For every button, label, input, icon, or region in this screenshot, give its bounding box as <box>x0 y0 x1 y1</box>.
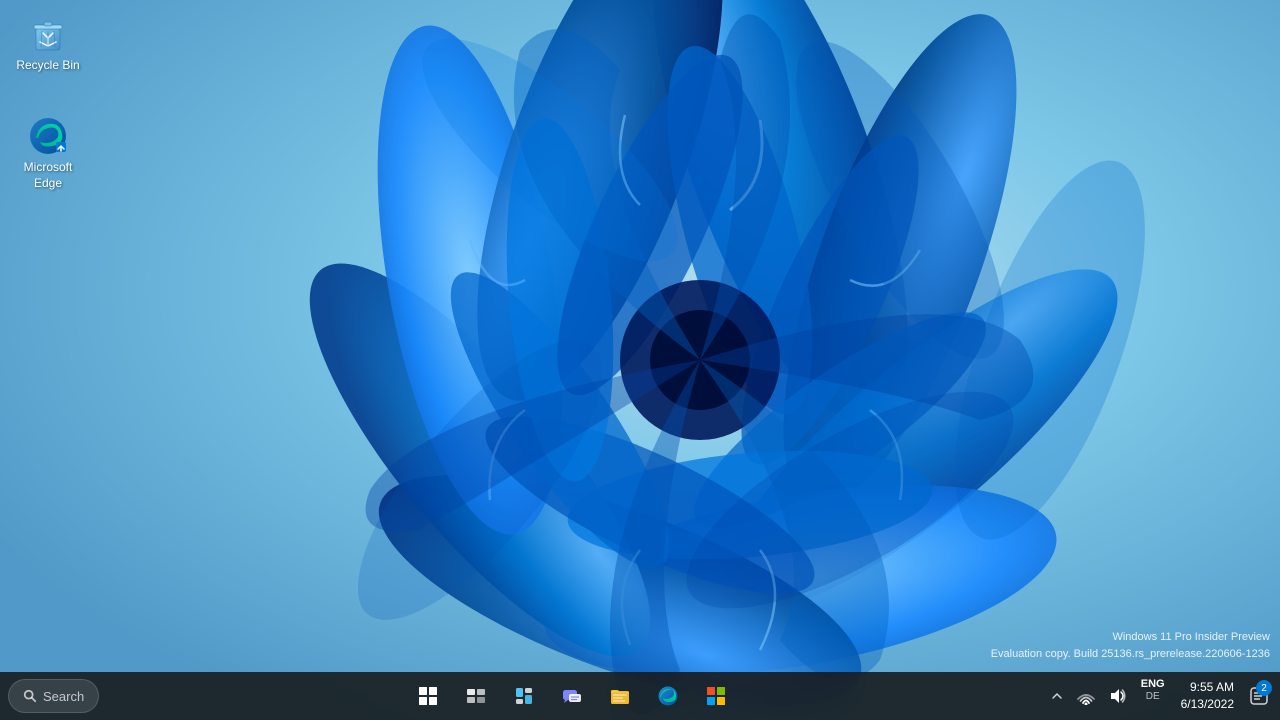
task-view-button[interactable] <box>454 674 498 718</box>
taskbar-center <box>99 674 1045 718</box>
file-explorer-button[interactable] <box>598 674 642 718</box>
clock-date: 6/13/2022 <box>1181 696 1234 713</box>
edge-desktop-label: Microsoft Edge <box>14 160 82 191</box>
edge-desktop-icon[interactable]: Microsoft Edge <box>8 110 88 197</box>
wallpaper <box>0 0 1280 720</box>
recycle-bin-image <box>28 14 68 54</box>
language-button[interactable]: ENG DE <box>1135 676 1171 716</box>
clock-time: 9:55 AM <box>1190 679 1234 696</box>
volume-icon <box>1109 687 1127 705</box>
language-secondary: DE <box>1146 691 1160 703</box>
network-icon <box>1077 687 1095 705</box>
chevron-up-icon <box>1051 690 1063 702</box>
search-box[interactable]: Search <box>8 679 99 713</box>
file-explorer-icon <box>609 685 631 707</box>
search-icon <box>23 689 37 703</box>
recycle-bin-label: Recycle Bin <box>16 58 79 74</box>
network-button[interactable] <box>1071 676 1101 716</box>
task-view-icon <box>465 685 487 707</box>
edge-taskbar-button[interactable] <box>646 674 690 718</box>
language-primary: ENG <box>1141 678 1165 691</box>
clock-widget[interactable]: 9:55 AM 6/13/2022 <box>1173 677 1242 715</box>
search-label: Search <box>43 689 84 704</box>
desktop: Recycle Bin <box>0 0 1280 720</box>
notification-center-button[interactable]: 2 <box>1244 676 1274 716</box>
chat-icon <box>561 685 583 707</box>
chat-button[interactable] <box>550 674 594 718</box>
system-tray: ENG DE 9:55 AM 6/13/2022 2 <box>1045 672 1280 720</box>
show-hidden-icons-button[interactable] <box>1045 676 1069 716</box>
start-icon <box>417 685 439 707</box>
edge-taskbar-icon <box>657 685 679 707</box>
store-button[interactable] <box>694 674 738 718</box>
notification-badge: 2 <box>1256 680 1272 696</box>
recycle-bin-icon[interactable]: Recycle Bin <box>8 8 88 80</box>
volume-button[interactable] <box>1103 676 1133 716</box>
start-button[interactable] <box>406 674 450 718</box>
store-icon <box>705 685 727 707</box>
edge-desktop-image <box>28 116 68 156</box>
widgets-button[interactable] <box>502 674 546 718</box>
taskbar: Search <box>0 672 1280 720</box>
widgets-icon <box>513 685 535 707</box>
